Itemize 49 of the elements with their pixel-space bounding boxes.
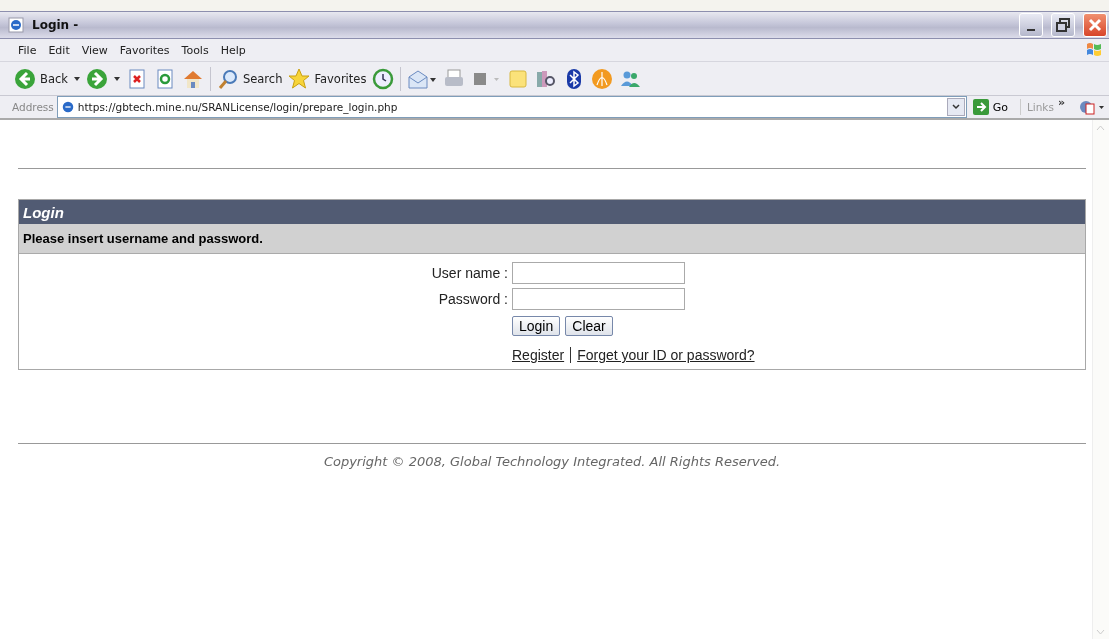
copyright-text: Copyright © 2008, Global Technology Integrated. All Rights Reserved.	[322, 454, 782, 469]
note-icon	[507, 67, 530, 90]
panel-title: Login	[19, 200, 1085, 224]
register-link[interactable]: Register	[512, 347, 565, 363]
links-label: Links	[1025, 101, 1054, 113]
url-text: https://gbtech.mine.nu/SRANLicense/login/prepare_login.php	[77, 101, 398, 113]
scrollbar[interactable]	[1092, 120, 1109, 639]
menu-item[interactable]: Favorites	[113, 43, 176, 57]
minimize-icon	[1027, 29, 1035, 31]
menu-item[interactable]: Edit	[42, 43, 76, 57]
menu-item[interactable]: Tools	[175, 43, 215, 57]
field-label: User name :	[431, 265, 508, 281]
windows-flag-icon	[1085, 41, 1103, 59]
chevron-button[interactable]: »	[1053, 95, 1079, 119]
toolbar-button[interactable]: Favorites	[288, 67, 367, 90]
window-title: Login -	[32, 18, 80, 32]
instruction-text: Please insert username and password.	[19, 224, 1085, 254]
go-arrow-icon	[972, 99, 989, 115]
scroll-down-icon	[1096, 628, 1105, 635]
orb-icon	[591, 67, 614, 90]
caret-icon	[73, 76, 80, 81]
pdf-icon	[1079, 99, 1105, 115]
clear-button[interactable]: Clear	[565, 316, 613, 336]
restore-icon	[1056, 18, 1070, 32]
menu-item[interactable]: Help	[214, 43, 252, 57]
chevron-down-icon	[951, 104, 960, 110]
caret-icon	[113, 76, 120, 81]
menu-item[interactable]: View	[75, 43, 114, 57]
toolbar-button[interactable]: Search	[216, 67, 283, 90]
toolbar-icon-button[interactable]	[372, 67, 395, 90]
minimize-button[interactable]	[1019, 13, 1043, 37]
restore-button[interactable]	[1051, 13, 1075, 37]
address-field[interactable]: https://gbtech.mine.nu/SRANLicense/login/prepare_login.php	[56, 96, 967, 118]
go-button[interactable]: Go	[966, 99, 1021, 115]
history-icon	[372, 67, 395, 90]
search-icon	[216, 67, 239, 90]
close-button[interactable]	[1083, 13, 1107, 37]
username-field[interactable]	[512, 262, 685, 284]
dropdown-button[interactable]	[946, 98, 965, 116]
toolbar-button[interactable]: Back	[14, 67, 68, 90]
address-label: Address	[11, 101, 55, 113]
login-button[interactable]: Login	[512, 316, 561, 336]
field-label: Password :	[438, 291, 508, 307]
star-icon	[288, 67, 311, 90]
forgot-password-link[interactable]: Forget your ID or password?	[577, 347, 755, 363]
password-field[interactable]	[512, 288, 685, 310]
close-icon	[1088, 18, 1102, 32]
scroll-up-icon	[1096, 124, 1105, 131]
menu-item[interactable]: File	[12, 43, 43, 57]
